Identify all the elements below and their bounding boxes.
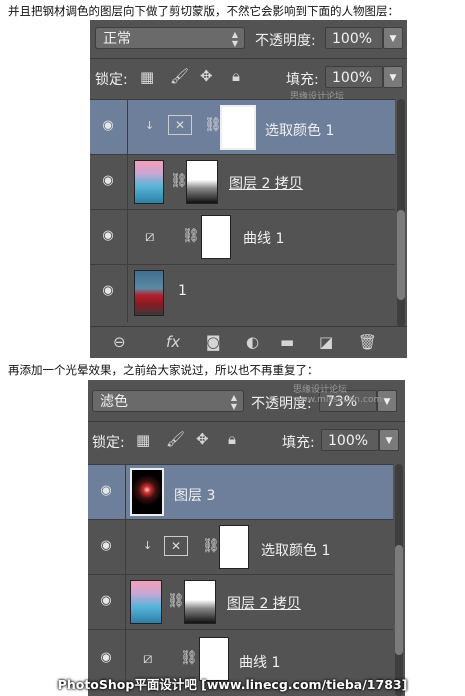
column-divider	[125, 465, 126, 519]
layer-row-1[interactable]: ◉ 1	[90, 264, 395, 322]
layers-panel-2: 滤色 ▲ ▼ 不透明度: 73% ▼ 思缘设计论坛 www.missyuan.co…	[88, 380, 405, 696]
selective-color-icon: ✕	[168, 115, 192, 135]
layer-row-layer2-copy[interactable]: ◉ ⛓︎ 图层 2 拷贝	[90, 154, 395, 209]
chain-link-icon[interactable]: ⛓︎	[182, 228, 200, 244]
layer-image-thumbnail[interactable]	[134, 160, 164, 204]
chain-link-icon[interactable]: ⛓︎	[202, 538, 220, 554]
lock-transparent-pixels-icon[interactable]: ▦	[140, 68, 154, 86]
opacity-dropdown-button[interactable]: ▼	[383, 27, 403, 49]
divider	[90, 58, 407, 59]
fill-input[interactable]: 100%	[321, 429, 379, 451]
fill-dropdown-button[interactable]: ▼	[379, 429, 399, 451]
blend-mode-value: 滤色	[100, 394, 128, 410]
layer-name[interactable]: 曲线 1	[239, 652, 280, 672]
eye-icon[interactable]: ◉	[96, 651, 116, 664]
layers-list: ◉ 图层 3 ◉ ↓ ✕ ⛓︎ 选取颜色 1 ◉ ⛓︎ 图层 2 拷贝 ◉ ⧄ …	[88, 464, 393, 696]
link-layers-icon[interactable]: ⊖	[113, 333, 126, 351]
footer-watermark: PhotoShop平面设计吧 [www.linecg.com/tieba/178…	[57, 677, 408, 692]
new-layer-icon[interactable]: ◪	[319, 333, 333, 351]
fill-dropdown-button[interactable]: ▼	[383, 66, 403, 88]
eye-icon[interactable]: ◉	[96, 484, 116, 497]
watermark: 思缘设计论坛 www.missyuan.com	[293, 385, 383, 405]
lock-image-pixels-icon[interactable]: 🖌︎	[170, 67, 189, 85]
selective-color-icon: ✕	[164, 536, 188, 556]
layers-toolbar: ⊖ fx ◙ ◐ ▬ ◪ 🗑︎	[90, 326, 407, 356]
lock-label: 锁定:	[92, 435, 125, 451]
layers-panel-1: 正常 ▲ ▼ 不透明度: 100% ▼ 锁定: ▦ 🖌︎ ✥ 🔒︎ 填充: 100…	[90, 20, 407, 358]
layer-name[interactable]: 图层 3	[174, 485, 215, 505]
layer-row-curves[interactable]: ◉ ⧄ ⛓︎ 曲线 1	[90, 209, 395, 264]
column-divider	[127, 210, 128, 264]
column-divider	[127, 100, 128, 154]
fill-input[interactable]: 100%	[325, 66, 383, 88]
caption-first: 并且把钢材调色的图层向下做了剪切蒙版，不然它会影响到下面的人物图层：	[8, 4, 399, 18]
scrollbar-thumb[interactable]	[397, 210, 405, 300]
lock-image-pixels-icon[interactable]: 🖌︎	[166, 430, 185, 448]
layer-image-thumbnail[interactable]	[134, 270, 164, 316]
lock-all-icon[interactable]: 🔒︎	[228, 430, 236, 448]
lock-all-icon[interactable]: 🔒︎	[232, 67, 240, 85]
curves-icon: ⧄	[143, 649, 153, 667]
divider	[88, 421, 405, 422]
layer-mask-thumbnail[interactable]	[186, 160, 218, 204]
layer-mask-thumbnail[interactable]	[201, 215, 231, 259]
layer-row-layer3[interactable]: ◉ 图层 3	[88, 464, 393, 519]
column-divider	[127, 155, 128, 209]
add-mask-icon[interactable]: ◙	[206, 333, 221, 351]
layer-name[interactable]: 选取颜色 1	[265, 120, 334, 140]
fx-icon[interactable]: fx	[166, 333, 180, 351]
layer-name[interactable]: 图层 2 拷贝	[229, 173, 303, 193]
clip-arrow-icon: ↓	[143, 539, 153, 552]
layer-image-thumbnail[interactable]	[130, 468, 164, 516]
layer-image-thumbnail[interactable]	[130, 580, 162, 624]
column-divider	[127, 265, 128, 322]
layer-row-layer2-copy[interactable]: ◉ ⛓︎ 图层 2 拷贝	[88, 574, 393, 629]
caption-second: 再添加一个光晕效果，之前给大家说过，所以也不再重复了：	[8, 363, 319, 377]
layer-name[interactable]: 曲线 1	[243, 228, 284, 248]
layer-mask-thumbnail[interactable]	[219, 525, 249, 569]
chain-link-icon[interactable]: ⛓︎	[167, 593, 185, 609]
layer-mask-thumbnail[interactable]	[220, 105, 256, 150]
select-arrows-icon: ▲ ▼	[230, 393, 237, 411]
eye-icon[interactable]: ◉	[98, 229, 118, 242]
eye-icon[interactable]: ◉	[96, 594, 116, 607]
select-arrows-icon: ▲ ▼	[231, 30, 238, 48]
eye-icon[interactable]: ◉	[98, 284, 118, 297]
column-divider	[125, 520, 126, 574]
lock-position-icon[interactable]: ✥	[200, 67, 213, 85]
layer-mask-thumbnail[interactable]	[184, 580, 216, 624]
clip-arrow-icon: ↓	[145, 119, 155, 132]
blend-mode-select[interactable]: 正常 ▲ ▼	[95, 27, 245, 49]
layer-name[interactable]: 图层 2 拷贝	[227, 593, 301, 613]
layers-list: ◉ ↓ ✕ ⛓︎ 选取颜色 1 ◉ ⛓︎ 图层 2 拷贝 ◉ ⧄ ⛓︎ 曲线 1	[90, 99, 395, 327]
opacity-input[interactable]: 100%	[325, 27, 383, 49]
blend-mode-select[interactable]: 滤色 ▲ ▼	[92, 390, 244, 412]
lock-label: 锁定:	[95, 72, 128, 88]
blend-mode-value: 正常	[103, 31, 131, 47]
fill-label: 填充:	[286, 72, 319, 88]
eye-icon[interactable]: ◉	[96, 539, 116, 552]
lock-transparent-pixels-icon[interactable]: ▦	[136, 431, 150, 449]
new-group-icon[interactable]: ▬	[280, 333, 294, 351]
layer-row-selective-color[interactable]: ◉ ↓ ✕ ⛓︎ 选取颜色 1	[88, 519, 393, 574]
curves-icon: ⧄	[145, 227, 155, 245]
chain-link-icon[interactable]: ⛓︎	[180, 650, 198, 666]
lock-position-icon[interactable]: ✥	[196, 430, 209, 448]
layer-row-selective-color[interactable]: ◉ ↓ ✕ ⛓︎ 选取颜色 1	[90, 99, 395, 154]
scrollbar-thumb[interactable]	[395, 545, 403, 655]
column-divider	[125, 575, 126, 629]
fill-label: 填充:	[282, 435, 315, 451]
eye-icon[interactable]: ◉	[98, 119, 118, 132]
eye-icon[interactable]: ◉	[98, 174, 118, 187]
delete-layer-icon[interactable]: 🗑︎	[358, 333, 377, 351]
layer-name[interactable]: 选取颜色 1	[261, 540, 330, 560]
opacity-label: 不透明度:	[255, 33, 316, 49]
layer-name[interactable]: 1	[178, 283, 187, 299]
adjustment-layer-icon[interactable]: ◐	[246, 333, 259, 351]
